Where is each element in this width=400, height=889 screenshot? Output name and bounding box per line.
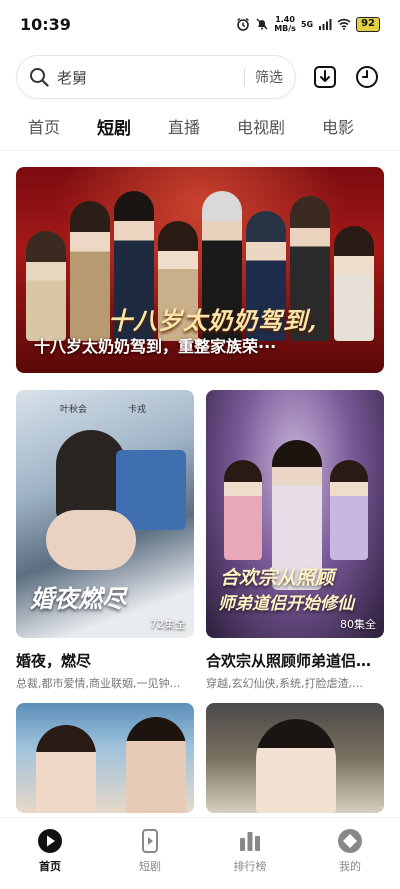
search-divider bbox=[244, 68, 245, 86]
drama-card-partial[interactable] bbox=[206, 703, 384, 813]
wifi-icon bbox=[337, 18, 351, 30]
alarm-icon bbox=[237, 17, 250, 31]
clock-icon bbox=[356, 66, 378, 88]
drama-card[interactable]: 合欢宗从照顾 师弟道侣开始修仙 80集全 合欢宗从照顾师弟道侣… 穿越,玄幻仙侠… bbox=[206, 390, 384, 691]
poster-art-title-line2: 师弟道侣开始修仙 bbox=[218, 594, 354, 614]
search-row: 老舅 筛选 bbox=[16, 55, 384, 99]
tab-home[interactable]: 首页 bbox=[28, 114, 60, 138]
filter-button[interactable]: 筛选 bbox=[255, 67, 283, 87]
nav-short-drama-label: 短剧 bbox=[139, 860, 161, 873]
poster-credit-left: 叶秋会 bbox=[60, 405, 88, 415]
nav-short-drama[interactable]: 短剧 bbox=[100, 818, 200, 889]
search-input[interactable]: 老舅 筛选 bbox=[16, 55, 296, 99]
tab-tv-series[interactable]: 电视剧 bbox=[237, 114, 285, 138]
download-button[interactable] bbox=[312, 64, 338, 90]
nav-ranking[interactable]: 排行榜 bbox=[200, 818, 300, 889]
status-bar: 10:39 1.40 MB/s 5G 92 bbox=[0, 0, 400, 48]
nav-home-label: 首页 bbox=[39, 860, 61, 873]
signal-bars-icon bbox=[319, 19, 332, 30]
category-tabs: 首页 短剧 直播 电视剧 电影 bbox=[28, 112, 391, 140]
episode-count: 80集全 bbox=[340, 618, 376, 631]
nav-home[interactable]: 首页 bbox=[0, 818, 100, 889]
drama-card-partial[interactable] bbox=[16, 703, 194, 813]
search-query-text: 老舅 bbox=[57, 68, 88, 87]
episode-count: 72集全 bbox=[150, 618, 186, 631]
search-icon bbox=[30, 68, 49, 87]
drama-card[interactable]: 叶秋会 卡戎 婚夜燃尽 72集全 婚夜，燃尽 总裁,都市爱情,商业联姻,一见钟… bbox=[16, 390, 194, 691]
drama-title: 婚夜，燃尽 bbox=[16, 652, 92, 670]
profile-icon bbox=[338, 829, 362, 853]
download-icon bbox=[314, 66, 336, 88]
banner-caption: 十八岁太奶奶驾到，重整家族荣··· bbox=[34, 337, 277, 356]
drama-tags: 总裁,都市爱情,商业联姻,一见钟… bbox=[16, 677, 181, 690]
banner-art-title: 十八岁太奶奶驾到, bbox=[108, 306, 318, 335]
history-button[interactable] bbox=[354, 64, 380, 90]
battery-indicator: 92 bbox=[356, 16, 380, 32]
tab-movie[interactable]: 电影 bbox=[322, 114, 354, 138]
tabs-divider bbox=[0, 150, 400, 151]
nav-profile[interactable]: 我的 bbox=[300, 818, 400, 889]
nav-profile-label: 我的 bbox=[339, 860, 361, 873]
nav-ranking-label: 排行榜 bbox=[233, 860, 267, 873]
bar-chart-icon bbox=[240, 832, 260, 851]
bottom-nav: 首页 短剧 排行榜 我的 bbox=[0, 817, 400, 889]
signal-type: 5G bbox=[300, 19, 314, 29]
featured-banner[interactable]: 十八岁太奶奶驾到, 十八岁太奶奶驾到，重整家族荣··· bbox=[16, 167, 384, 373]
net-speed: 1.40 MB/s bbox=[274, 15, 296, 33]
mute-bell-icon bbox=[256, 18, 268, 30]
poster-credit-right: 卡戎 bbox=[128, 405, 147, 415]
drama-tags: 穿越,玄幻仙侠,系统,打脸虐渣,… bbox=[206, 677, 363, 690]
phone-play-icon bbox=[142, 829, 158, 853]
tab-short-drama[interactable]: 短剧 bbox=[97, 114, 131, 139]
status-time: 10:39 bbox=[20, 14, 71, 34]
drama-poster: 叶秋会 卡戎 婚夜燃尽 72集全 bbox=[16, 390, 194, 638]
tab-live[interactable]: 直播 bbox=[168, 114, 200, 138]
drama-poster: 合欢宗从照顾 师弟道侣开始修仙 80集全 bbox=[206, 390, 384, 638]
drama-title: 合欢宗从照顾师弟道侣… bbox=[206, 652, 372, 670]
status-icons: 1.40 MB/s 5G 92 bbox=[236, 15, 380, 33]
home-play-icon bbox=[38, 829, 62, 853]
poster-art-title-line1: 合欢宗从照顾 bbox=[220, 567, 335, 589]
poster-art-title: 婚夜燃尽 bbox=[30, 584, 126, 613]
